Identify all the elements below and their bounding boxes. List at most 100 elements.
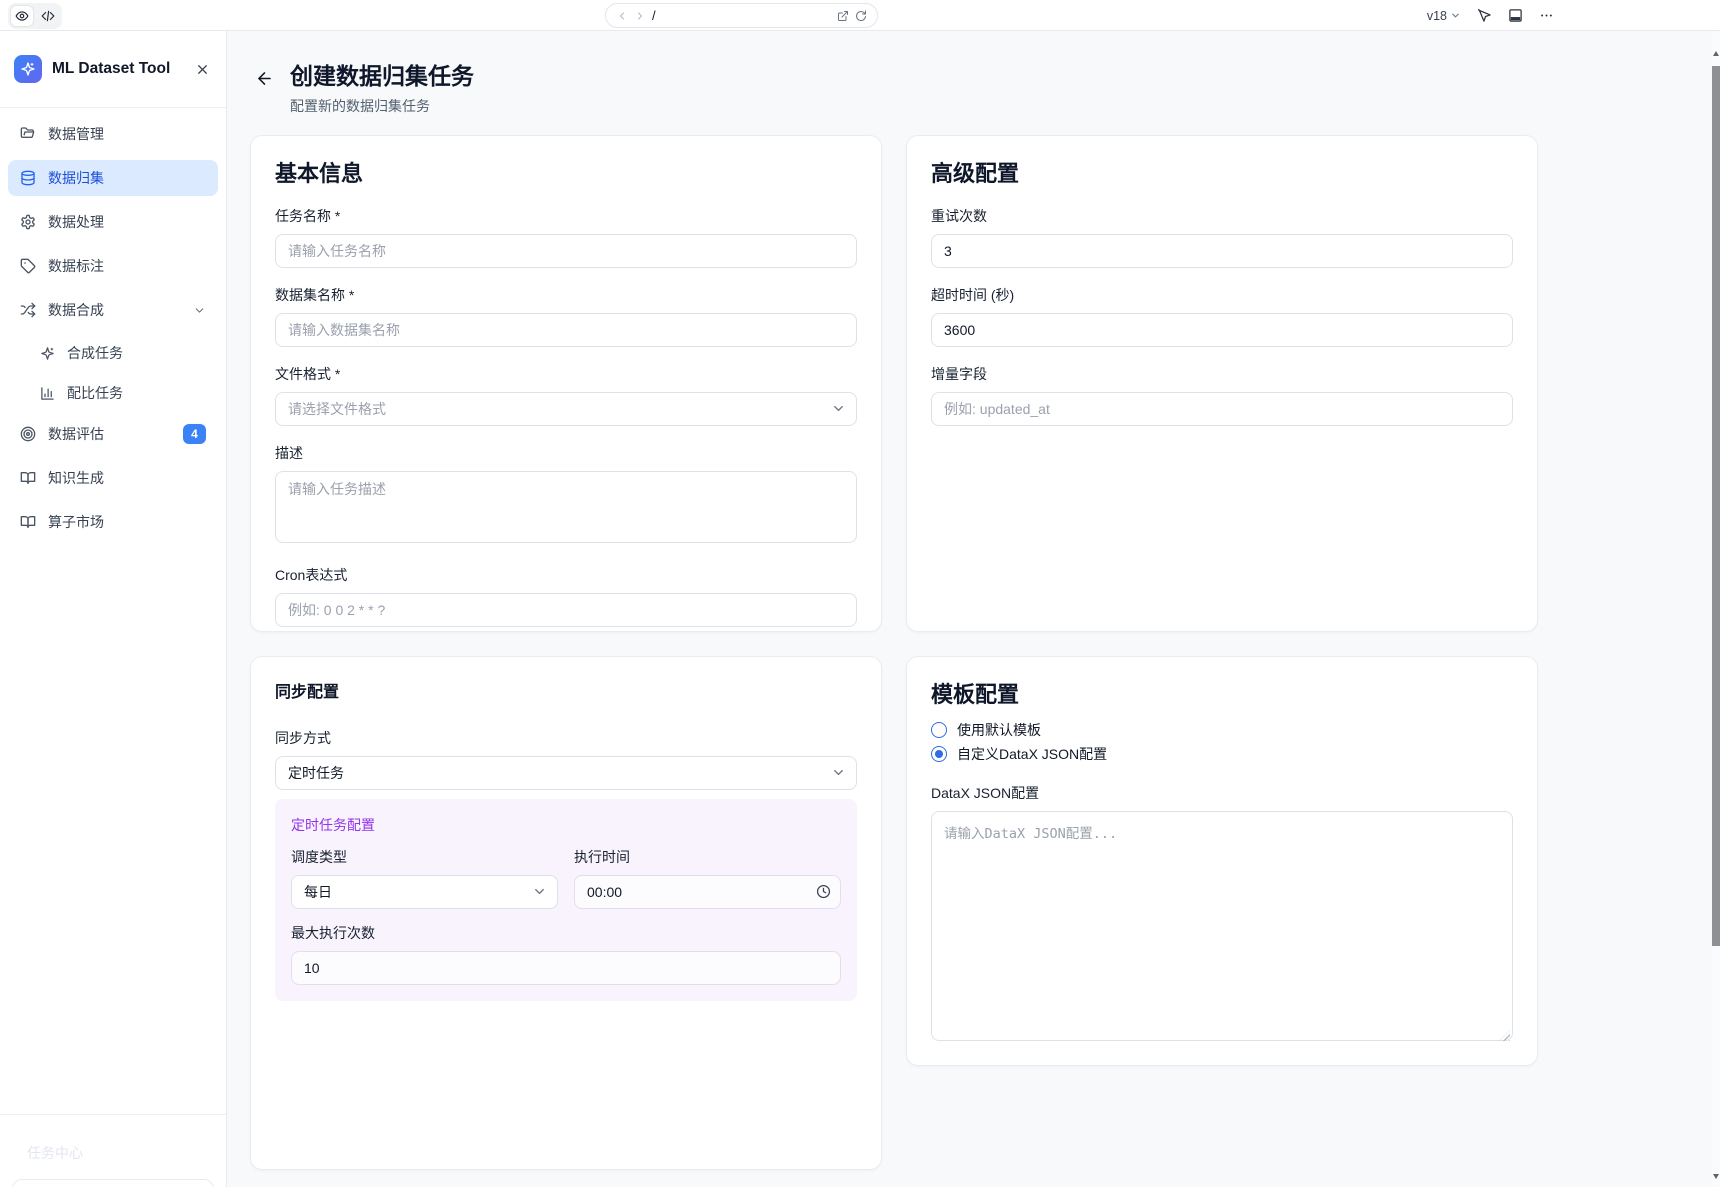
max-exec-input[interactable] [291,951,841,985]
dataset-name-input[interactable] [275,313,857,347]
incremental-field-label: 增量字段 [931,364,1513,384]
cron-input[interactable] [275,593,857,627]
sidebar-item-label: 数据合成 [48,300,181,320]
target-icon [20,426,36,442]
url-bar[interactable]: / [605,3,878,28]
pointer-icon[interactable] [1477,8,1492,23]
sidebar-footer: 任务中心 [0,1114,226,1187]
bar-chart-icon [40,386,55,401]
description-textarea[interactable] [275,471,857,543]
schedule-type-label: 调度类型 [291,847,558,867]
sidebar-item-data-collection[interactable]: 数据归集 [8,160,218,196]
schedule-type-value: 每日 [304,882,332,902]
eye-icon [15,9,29,23]
max-exec-label: 最大执行次数 [291,923,841,943]
exec-time-input[interactable] [574,875,841,909]
book-open-icon [20,514,36,530]
sidebar-item-data-synthesis[interactable]: 数据合成 [8,292,218,328]
sidebar-item-data-evaluation[interactable]: 数据评估 4 [8,416,218,452]
sidebar-item-label: 算子市场 [48,512,206,532]
chevron-down-icon [193,304,206,317]
sync-method-value: 定时任务 [288,763,344,783]
sidebar-item-label: 合成任务 [67,343,206,363]
exec-time-label: 执行时间 [574,847,841,867]
sparkles-icon [40,346,55,361]
sparkles-icon [20,61,36,77]
cron-label: Cron表达式 [275,565,857,585]
description-label: 描述 [275,443,857,463]
back-button[interactable] [250,64,278,92]
chevron-down-icon [532,884,547,899]
schedule-type-select[interactable]: 每日 [291,875,558,909]
folder-icon [20,126,36,142]
app-title: ML Dataset Tool [52,60,183,78]
card-title: 基本信息 [275,160,857,188]
sidebar-item-data-processing[interactable]: 数据处理 [8,204,218,240]
sidebar-item-knowledge-generation[interactable]: 知识生成 [8,460,218,496]
page-subtitle: 配置新的数据归集任务 [290,96,474,116]
task-name-input[interactable] [275,234,857,268]
task-center-panel[interactable] [12,1179,214,1187]
incremental-field-input[interactable] [931,392,1513,426]
sidebar-item-data-management[interactable]: 数据管理 [8,116,218,152]
card-title: 模板配置 [931,681,1513,709]
more-options-icon[interactable] [1539,8,1554,23]
chevron-down-icon [831,765,846,780]
custom-datax-option[interactable]: 自定义DataX JSON配置 [931,743,1513,765]
scheduled-task-panel: 定时任务配置 调度类型 每日 [275,799,857,1001]
panel-bottom-icon[interactable] [1508,8,1523,23]
open-external-icon[interactable] [837,10,849,22]
sidebar-item-data-labeling[interactable]: 数据标注 [8,248,218,284]
radio-unselected-icon[interactable] [931,722,947,738]
sidebar-item-synthesis-tasks[interactable]: 合成任务 [8,336,218,370]
sidebar-item-label: 知识生成 [48,468,206,488]
sidebar-item-label: 数据管理 [48,124,206,144]
close-icon[interactable] [193,60,212,79]
url-path[interactable]: / [652,8,831,23]
sidebar-header: ML Dataset Tool [0,31,226,108]
scrollbar-thumb[interactable] [1712,66,1720,946]
refresh-icon[interactable] [855,10,867,22]
timeout-input[interactable] [931,313,1513,347]
sidebar-item-label: 数据评估 [48,424,171,444]
back-nav-icon[interactable] [616,10,628,22]
card-title: 同步配置 [275,681,857,705]
tag-icon [20,258,36,274]
sidebar-item-ratio-tasks[interactable]: 配比任务 [8,376,218,410]
sidebar-item-label: 数据标注 [48,256,206,276]
code-icon [41,9,55,23]
task-name-label: 任务名称 * [275,206,857,226]
gear-icon [20,214,36,230]
version-label: v18 [1427,9,1447,23]
retry-count-label: 重试次数 [931,206,1513,226]
dataset-name-label: 数据集名称 * [275,285,857,305]
version-selector[interactable]: v18 [1427,9,1461,23]
forward-nav-icon[interactable] [634,10,646,22]
chevron-down-icon [831,401,846,416]
radio-selected-icon[interactable] [931,746,947,762]
advanced-config-card: 高级配置 重试次数 超时时间 (秒) 增量字段 [906,135,1538,632]
default-template-option[interactable]: 使用默认模板 [931,719,1513,741]
page-title: 创建数据归集任务 [290,60,474,92]
sync-config-card: 同步配置 同步方式 定时任务 定时任务配置 [250,656,882,1170]
shuffle-icon [20,302,36,318]
sidebar-item-operator-market[interactable]: 算子市场 [8,504,218,540]
datax-json-label: DataX JSON配置 [931,783,1513,803]
file-format-select[interactable]: 请选择文件格式 [275,392,857,426]
arrow-left-icon [255,69,274,88]
sidebar-nav: 数据管理 数据归集 数据处理 数据标注 [0,108,226,556]
scroll-down-arrow-icon[interactable] [1713,1174,1719,1179]
evaluation-count-badge: 4 [183,424,206,444]
file-format-value: 请选择文件格式 [288,399,386,419]
sidebar-item-label: 数据归集 [48,168,206,188]
code-mode-button[interactable] [36,5,60,27]
preview-mode-button[interactable] [10,5,34,27]
vertical-scrollbar[interactable] [1712,31,1720,1187]
sync-method-select[interactable]: 定时任务 [275,756,857,790]
datax-json-textarea[interactable] [931,811,1513,1041]
clock-icon[interactable] [816,884,831,899]
retry-count-input[interactable] [931,234,1513,268]
chevron-down-icon [1450,10,1461,21]
sync-method-label: 同步方式 [275,728,857,748]
scroll-up-arrow-icon[interactable] [1713,51,1719,56]
